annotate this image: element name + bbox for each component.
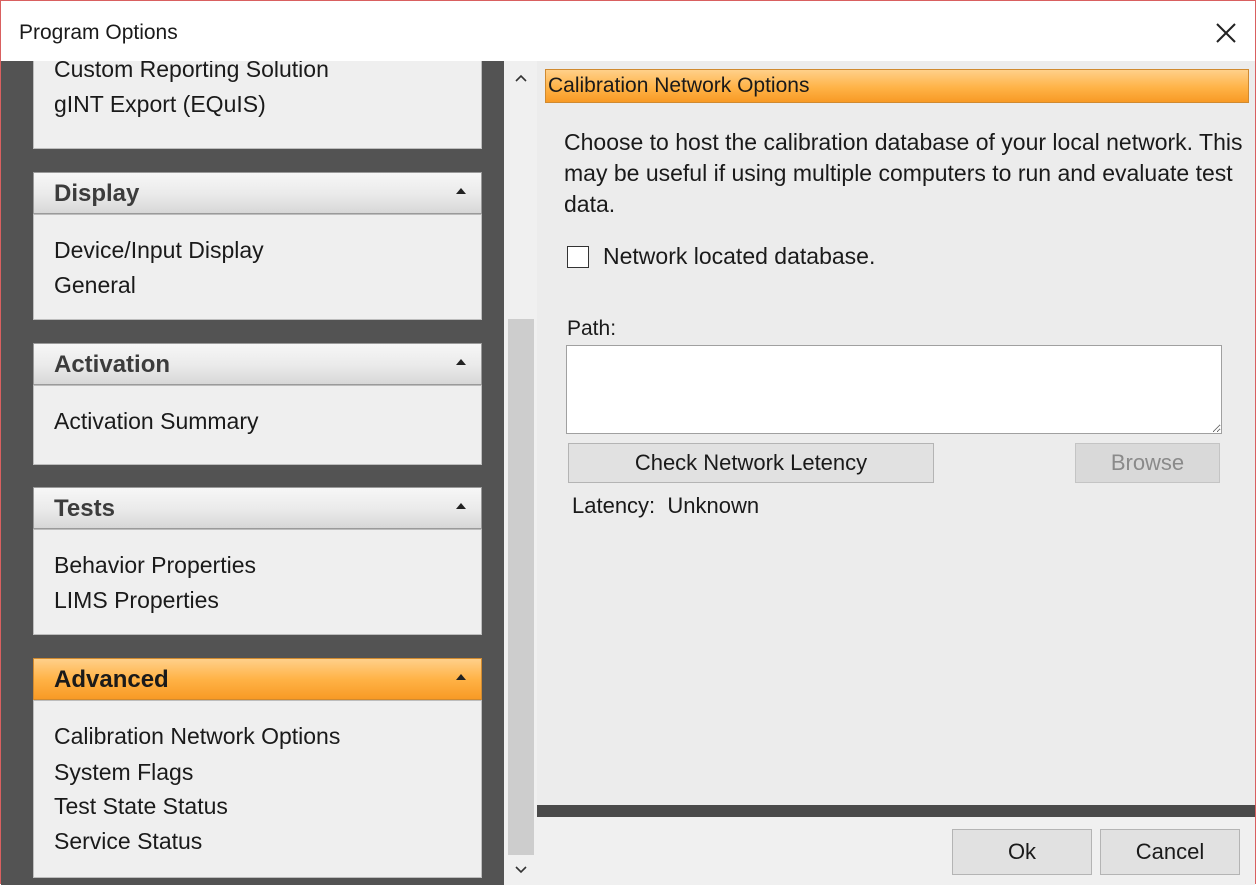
nav-item-device-input-display[interactable]: Device/Input Display bbox=[54, 235, 264, 265]
chevron-up-icon bbox=[456, 503, 466, 509]
title-bar: Program Options bbox=[1, 1, 1255, 61]
path-input[interactable] bbox=[566, 345, 1222, 434]
nav-group-title: Activation bbox=[54, 351, 171, 378]
network-database-checkbox[interactable] bbox=[567, 245, 589, 268]
nav-item-general[interactable]: General bbox=[54, 270, 136, 300]
close-button[interactable] bbox=[1197, 9, 1255, 57]
network-database-option[interactable]: Network located database. bbox=[567, 243, 875, 270]
path-label: Path: bbox=[567, 317, 617, 340]
nav-item-behavior-properties[interactable]: Behavior Properties bbox=[54, 550, 256, 580]
options-navigation: Custom Reporting Solution gINT Export (E… bbox=[1, 61, 504, 885]
window-title: Program Options bbox=[19, 21, 178, 44]
chevron-up-icon bbox=[456, 674, 466, 680]
nav-item-service-status[interactable]: Service Status bbox=[54, 826, 202, 856]
scroll-up-button[interactable] bbox=[504, 63, 537, 93]
nav-group-body: Behavior Properties LIMS Properties bbox=[33, 529, 482, 635]
section-header: Calibration Network Options bbox=[545, 69, 1249, 103]
options-content-panel: Calibration Network Options Choose to ho… bbox=[537, 61, 1255, 805]
cancel-button[interactable]: Cancel bbox=[1100, 829, 1240, 875]
footer-divider bbox=[537, 805, 1255, 817]
nav-group-title: Advanced bbox=[54, 666, 169, 693]
scroll-up-icon bbox=[514, 74, 527, 82]
nav-group-body: Device/Input Display General bbox=[33, 214, 482, 320]
nav-item-activation-summary[interactable]: Activation Summary bbox=[54, 406, 259, 436]
nav-group-header-display[interactable]: Display bbox=[33, 172, 482, 214]
nav-group-title: Tests bbox=[54, 495, 115, 522]
section-description: Choose to host the calibration database … bbox=[564, 129, 1243, 217]
ok-button[interactable]: Ok bbox=[952, 829, 1092, 875]
network-database-checkbox-label: Network located database. bbox=[603, 243, 876, 269]
nav-group-header-activation[interactable]: Activation bbox=[33, 343, 482, 385]
nav-item-lims-properties[interactable]: LIMS Properties bbox=[54, 585, 219, 615]
chevron-up-icon bbox=[456, 188, 466, 194]
check-network-latency-button[interactable]: Check Network Letency bbox=[568, 443, 934, 483]
nav-item-gint-export[interactable]: gINT Export (EQuIS) bbox=[54, 89, 266, 119]
nav-item-custom-reporting-solution[interactable]: Custom Reporting Solution bbox=[54, 61, 329, 84]
scroll-down-button[interactable] bbox=[504, 855, 537, 885]
nav-group-header-tests[interactable]: Tests bbox=[33, 487, 482, 529]
latency-status: Latency: Unknown bbox=[572, 493, 760, 518]
nav-group-body: Custom Reporting Solution gINT Export (E… bbox=[33, 61, 482, 149]
nav-group-body: Calibration Network Options System Flags… bbox=[33, 700, 482, 878]
chevron-up-icon bbox=[456, 359, 466, 365]
nav-scrollbar[interactable] bbox=[504, 61, 537, 885]
nav-item-test-state-status[interactable]: Test State Status bbox=[54, 791, 228, 821]
nav-item-system-flags[interactable]: System Flags bbox=[54, 757, 193, 787]
program-options-window: Program Options Custom Reporting Solutio… bbox=[0, 0, 1256, 885]
browse-button[interactable]: Browse bbox=[1075, 443, 1220, 483]
nav-group-title: Display bbox=[54, 180, 140, 207]
close-icon bbox=[1216, 23, 1236, 43]
nav-group-header-advanced[interactable]: Advanced bbox=[33, 658, 482, 700]
scroll-down-icon bbox=[514, 866, 527, 874]
dialog-footer: Ok Cancel bbox=[537, 817, 1255, 885]
scrollbar-thumb[interactable] bbox=[508, 319, 534, 855]
nav-group-body: Activation Summary bbox=[33, 385, 482, 465]
nav-item-calibration-network-options[interactable]: Calibration Network Options bbox=[54, 721, 340, 751]
